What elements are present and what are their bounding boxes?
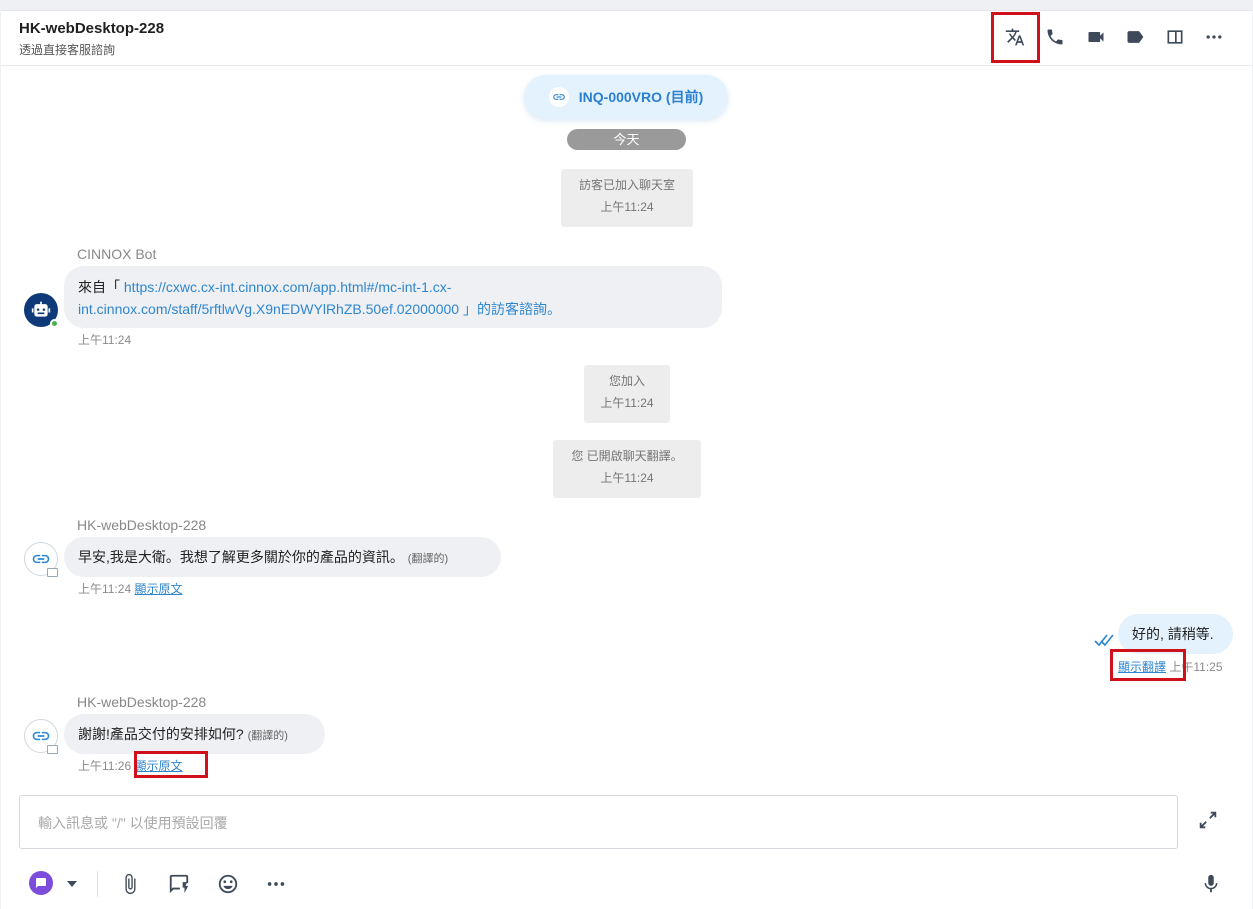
- quick-reply-button[interactable]: [166, 871, 192, 897]
- agent-message-meta: 顯示翻譯 上午11:25: [1118, 658, 1223, 675]
- system-message-time: 上午11:24: [600, 200, 654, 214]
- message-type-button[interactable]: [29, 871, 53, 895]
- emoji-icon: [218, 874, 238, 894]
- system-message-text: 訪客已加入聊天室: [578, 178, 675, 192]
- translate-icon: [1005, 28, 1025, 46]
- more-options-button[interactable]: [1201, 24, 1227, 50]
- microphone-icon: [1204, 874, 1218, 893]
- emoji-button[interactable]: [215, 871, 241, 897]
- link-icon: [548, 87, 569, 107]
- visitor-message-time: 上午11:26: [78, 759, 132, 773]
- quick-reply-icon: [169, 874, 189, 894]
- chat-window: HK-webDesktop-228 透過直接客服諮詢 INQ-000VRO (目…: [1, 10, 1252, 909]
- visitor-sender-name: HK-webDesktop-228: [77, 517, 207, 533]
- conversation-subtitle: 透過直接客服諮詢: [19, 43, 116, 57]
- message-composer: 輸入訊息或 "/" 以使用預設回覆: [1, 779, 1252, 909]
- message-thread[interactable]: INQ-000VRO (目前) 今天 訪客已加入聊天室 上午11:24 CINN…: [1, 67, 1252, 779]
- system-message: 訪客已加入聊天室 上午11:24: [561, 169, 693, 227]
- inquiry-id: INQ-000VRO (目前): [578, 89, 704, 105]
- conversation-header: HK-webDesktop-228 透過直接客服諮詢: [1, 11, 1252, 66]
- agent-message-text: 好的, 請稍等.: [1132, 626, 1214, 642]
- link-part-2: int.cinnox.com/staff/5rftlwVg.X9nEDWYlRh…: [78, 301, 460, 317]
- visitor-message-text: 早安,我是大衛。我想了解更多關於你的產品的資訊。: [78, 549, 404, 565]
- more-icon: [267, 882, 285, 886]
- message-type-icon: [36, 878, 46, 888]
- show-original-link[interactable]: 顯示原文: [134, 759, 182, 773]
- chevron-down-icon[interactable]: [67, 881, 77, 887]
- side-panel-icon: [1167, 30, 1183, 44]
- visitor-avatar: [24, 542, 58, 577]
- video-icon: [1088, 32, 1104, 42]
- bot-sender-name: CINNOX Bot: [77, 246, 157, 262]
- show-original-link[interactable]: 顯示原文: [134, 582, 182, 596]
- web-channel-icon: [47, 745, 58, 754]
- system-message-text: 您加入: [608, 374, 645, 388]
- inquiry-pill[interactable]: INQ-000VRO (目前): [524, 75, 728, 119]
- online-status-dot: [50, 319, 59, 328]
- visitor-avatar: [24, 719, 58, 754]
- phone-icon: [1047, 29, 1063, 45]
- system-message-time: 上午11:24: [600, 396, 654, 410]
- message-input[interactable]: 輸入訊息或 "/" 以使用預設回覆: [19, 795, 1178, 849]
- more-tools-button[interactable]: [263, 871, 289, 897]
- visitor-message-text: 謝謝!產品交付的安排如何?: [78, 726, 244, 742]
- side-panel-button[interactable]: [1162, 24, 1188, 50]
- tag-icon: [1127, 31, 1144, 43]
- system-message-text: 您 已開啟聊天翻譯。: [571, 449, 683, 463]
- link-part-1: https://cxwc.cx-int.cinnox.com/app.html#…: [123, 279, 452, 295]
- robot-icon: [31, 301, 51, 317]
- visitor-message-meta: 上午11:24 顯示原文: [78, 580, 183, 597]
- bot-message-suffix: 」的訪客諮詢。: [459, 301, 561, 317]
- translate-button[interactable]: [1002, 24, 1028, 50]
- bot-message-prefix: 來自「: [78, 279, 124, 295]
- visitor-sender-name: HK-webDesktop-228: [77, 694, 207, 710]
- read-receipt-icon: [1094, 634, 1114, 647]
- video-call-button[interactable]: [1083, 24, 1109, 50]
- system-message: 您加入 上午11:24: [584, 365, 670, 423]
- visitor-source-link[interactable]: https://cxwc.cx-int.cinnox.com/app.html#…: [78, 279, 459, 317]
- voice-input-button[interactable]: [1198, 871, 1224, 897]
- link-icon: [32, 731, 50, 741]
- agent-message-time: 上午11:25: [1169, 660, 1223, 674]
- system-message: 您 已開啟聊天翻譯。 上午11:24: [553, 440, 701, 498]
- bot-message-bubble: 來自「 https://cxwc.cx-int.cinnox.com/app.h…: [64, 266, 722, 328]
- bot-avatar: [24, 293, 59, 328]
- tag-button[interactable]: [1122, 24, 1148, 50]
- more-icon: [1206, 35, 1222, 39]
- show-translation-link[interactable]: 顯示翻譯: [1118, 660, 1166, 674]
- translated-tag: (翻譯的): [407, 553, 449, 565]
- translated-tag: (翻譯的): [247, 730, 288, 742]
- visitor-message-time: 上午11:24: [78, 582, 132, 596]
- expand-composer-button[interactable]: [1197, 809, 1221, 833]
- attach-button[interactable]: [117, 871, 143, 897]
- visitor-message-bubble: 早安,我是大衛。我想了解更多關於你的產品的資訊。 (翻譯的): [64, 537, 501, 577]
- web-channel-icon: [47, 568, 58, 577]
- bot-message-time: 上午11:24: [78, 333, 132, 347]
- toolbar-divider: [97, 871, 98, 897]
- link-icon: [32, 554, 50, 564]
- date-divider: 今天: [567, 129, 686, 150]
- visitor-message-meta: 上午11:26 顯示原文: [78, 757, 183, 774]
- agent-message-bubble: 好的, 請稍等.: [1118, 614, 1233, 654]
- system-message-time: 上午11:24: [600, 471, 654, 485]
- expand-icon: [1199, 811, 1217, 829]
- visitor-message-bubble: 謝謝!產品交付的安排如何? (翻譯的): [64, 714, 325, 754]
- attach-icon: [125, 873, 136, 895]
- conversation-title: HK-webDesktop-228: [19, 20, 165, 37]
- call-button[interactable]: [1042, 24, 1068, 50]
